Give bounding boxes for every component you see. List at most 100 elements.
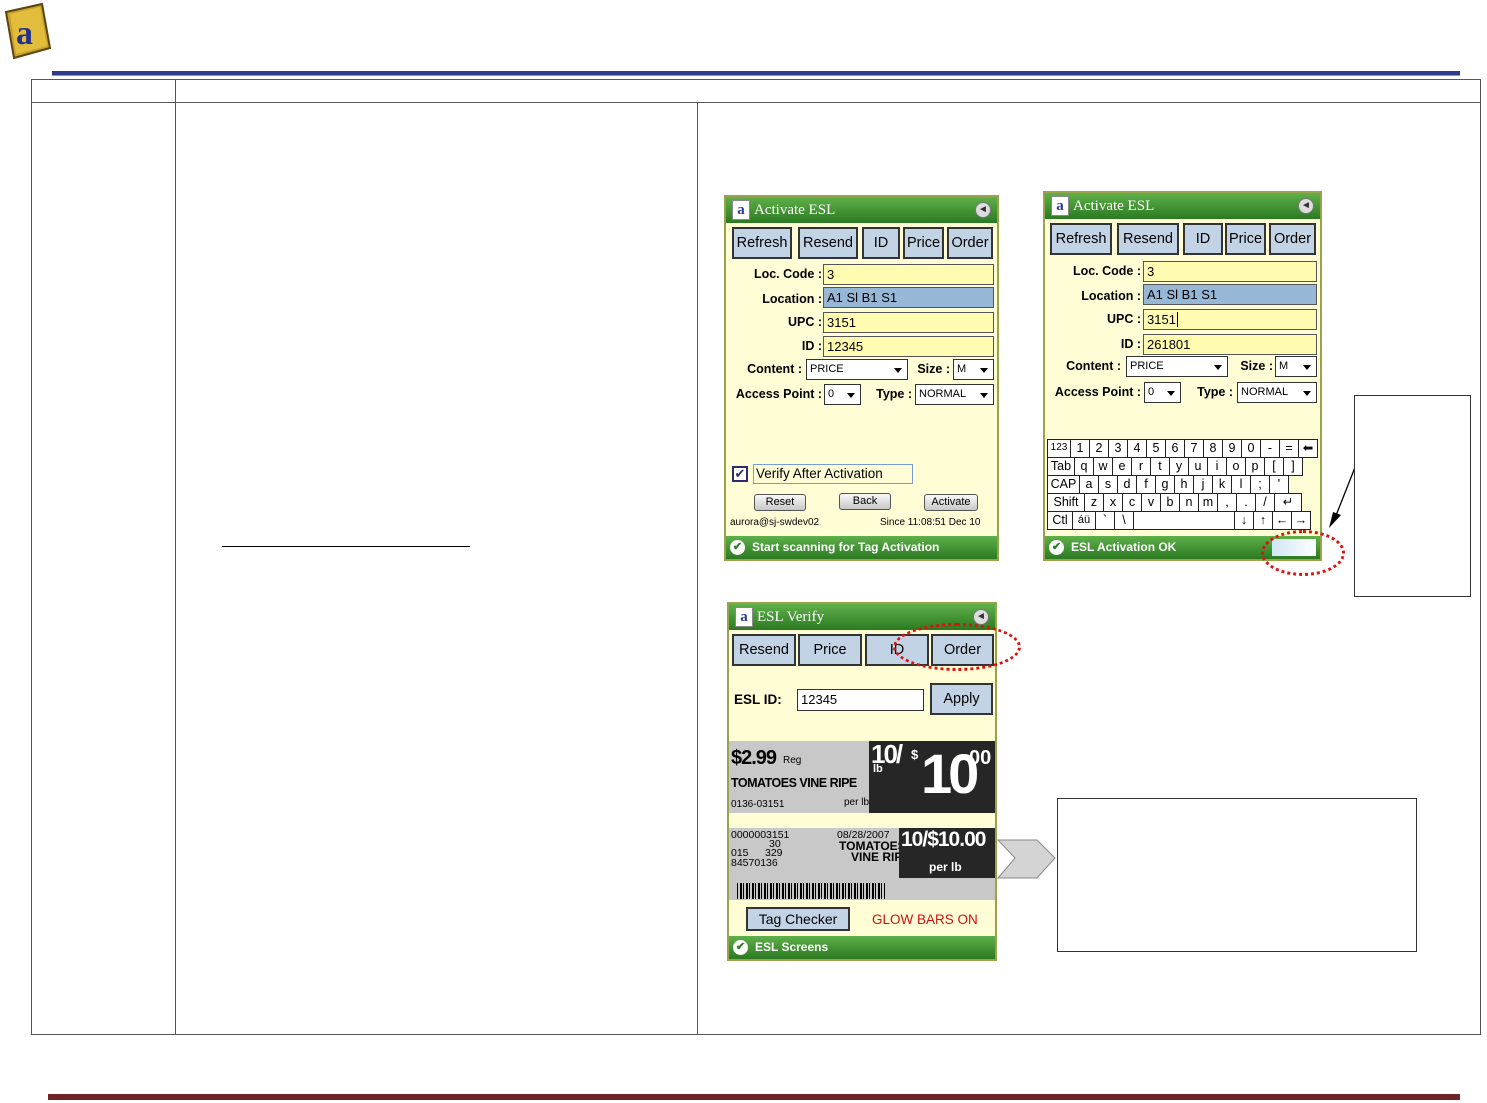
loc-code-field[interactable]: 3 <box>823 264 994 285</box>
key[interactable]: 0 <box>1241 439 1261 458</box>
activate-button[interactable]: Activate <box>924 494 978 511</box>
key[interactable]: 6 <box>1165 439 1185 458</box>
size-dropdown[interactable]: M <box>953 359 994 380</box>
key[interactable]: p <box>1245 457 1265 476</box>
key[interactable]: 123 <box>1047 439 1071 458</box>
key[interactable]: b <box>1160 493 1180 512</box>
close-icon[interactable]: ◄ <box>975 202 991 218</box>
id-field[interactable]: 12345 <box>823 336 994 357</box>
key[interactable]: Tab <box>1047 457 1075 476</box>
verify-checkbox[interactable]: ✔ <box>732 466 748 482</box>
shift-key[interactable]: Shift <box>1047 493 1085 512</box>
key[interactable]: \ <box>1114 511 1134 530</box>
location-field[interactable]: A1 Sl B1 S1 <box>823 287 994 308</box>
key[interactable]: 9 <box>1222 439 1242 458</box>
right-arrow-key[interactable]: → <box>1291 511 1311 530</box>
key[interactable]: y <box>1169 457 1189 476</box>
key[interactable]: q <box>1074 457 1094 476</box>
key[interactable]: . <box>1236 493 1256 512</box>
key[interactable]: t <box>1150 457 1170 476</box>
back-button[interactable]: Back <box>839 493 891 510</box>
key[interactable]: z <box>1084 493 1104 512</box>
id-button[interactable]: ID <box>862 227 900 259</box>
id-field[interactable]: 261801 <box>1143 334 1317 355</box>
key[interactable]: e <box>1112 457 1132 476</box>
reset-button[interactable]: Reset <box>754 494 806 511</box>
caps-key[interactable]: CAP <box>1047 475 1080 494</box>
key[interactable]: v <box>1141 493 1161 512</box>
access-point-dropdown[interactable]: 0 <box>1144 382 1181 403</box>
id-label: ID : <box>1120 337 1141 351</box>
key[interactable]: 7 <box>1184 439 1204 458</box>
location-field[interactable]: A1 Sl B1 S1 <box>1143 284 1317 305</box>
price-button[interactable]: Price <box>1225 223 1266 255</box>
key[interactable]: d <box>1117 475 1137 494</box>
size-dropdown[interactable]: M <box>1275 356 1317 377</box>
enter-key[interactable]: ↵ <box>1274 493 1302 512</box>
price-button[interactable]: Price <box>798 634 862 666</box>
refresh-button[interactable]: Refresh <box>732 227 792 259</box>
content-dropdown[interactable]: PRICE <box>806 359 908 380</box>
key[interactable]: c <box>1122 493 1142 512</box>
price-button[interactable]: Price <box>903 227 944 259</box>
key[interactable]: 1 <box>1070 439 1090 458</box>
refresh-button[interactable]: Refresh <box>1050 223 1112 255</box>
key[interactable]: = <box>1279 439 1299 458</box>
resend-button[interactable]: Resend <box>732 634 796 666</box>
key[interactable]: i <box>1207 457 1227 476</box>
key[interactable]: h <box>1174 475 1194 494</box>
key[interactable]: n <box>1179 493 1199 512</box>
up-arrow-key[interactable]: ↑ <box>1253 511 1273 530</box>
type-dropdown[interactable]: NORMAL <box>1237 382 1317 403</box>
key[interactable]: a <box>1079 475 1099 494</box>
key[interactable]: 2 <box>1089 439 1109 458</box>
key[interactable]: [ <box>1264 457 1284 476</box>
key[interactable]: r <box>1131 457 1151 476</box>
key[interactable]: k <box>1212 475 1232 494</box>
key[interactable]: 4 <box>1127 439 1147 458</box>
type-dropdown[interactable]: NORMAL <box>915 384 994 405</box>
key[interactable]: , <box>1217 493 1237 512</box>
key[interactable]: ] <box>1283 457 1303 476</box>
key[interactable]: m <box>1198 493 1218 512</box>
key[interactable]: o <box>1226 457 1246 476</box>
loc-code-field[interactable]: 3 <box>1143 261 1317 282</box>
accent-key[interactable]: áü <box>1072 511 1096 530</box>
close-icon[interactable]: ◄ <box>973 609 989 625</box>
resend-button[interactable]: Resend <box>798 227 858 259</box>
key[interactable]: - <box>1260 439 1280 458</box>
key[interactable]: ` <box>1095 511 1115 530</box>
key[interactable]: u <box>1188 457 1208 476</box>
key[interactable]: l <box>1231 475 1251 494</box>
access-point-dropdown[interactable]: 0 <box>824 384 861 405</box>
key[interactable]: g <box>1155 475 1175 494</box>
upc-label: UPC : <box>1106 312 1141 326</box>
ctrl-key[interactable]: Ctl <box>1047 511 1073 530</box>
backspace-key[interactable]: ⬅ <box>1298 439 1318 458</box>
resend-button[interactable]: Resend <box>1117 223 1179 255</box>
upc-field[interactable]: 3151 <box>823 312 994 333</box>
key[interactable]: x <box>1103 493 1123 512</box>
down-arrow-key[interactable]: ↓ <box>1234 511 1254 530</box>
key[interactable]: ; <box>1250 475 1270 494</box>
close-icon[interactable]: ◄ <box>1298 198 1314 214</box>
space-key[interactable] <box>1133 511 1235 530</box>
id-button[interactable]: ID <box>1183 223 1223 255</box>
apply-button[interactable]: Apply <box>930 683 993 715</box>
upc-field[interactable]: 3151 <box>1143 309 1317 330</box>
key[interactable]: f <box>1136 475 1156 494</box>
key[interactable]: 8 <box>1203 439 1223 458</box>
key[interactable]: 5 <box>1146 439 1166 458</box>
key[interactable]: j <box>1193 475 1213 494</box>
order-button[interactable]: Order <box>1269 223 1316 255</box>
order-button[interactable]: Order <box>947 227 993 259</box>
tag-checker-button[interactable]: Tag Checker <box>746 907 850 931</box>
key[interactable]: ' <box>1269 475 1289 494</box>
esl-id-input[interactable]: 12345 <box>797 689 924 711</box>
key[interactable]: 3 <box>1108 439 1128 458</box>
key[interactable]: s <box>1098 475 1118 494</box>
key[interactable]: w <box>1093 457 1113 476</box>
left-arrow-key[interactable]: ← <box>1272 511 1292 530</box>
key[interactable]: / <box>1255 493 1275 512</box>
content-dropdown[interactable]: PRICE <box>1126 356 1228 377</box>
